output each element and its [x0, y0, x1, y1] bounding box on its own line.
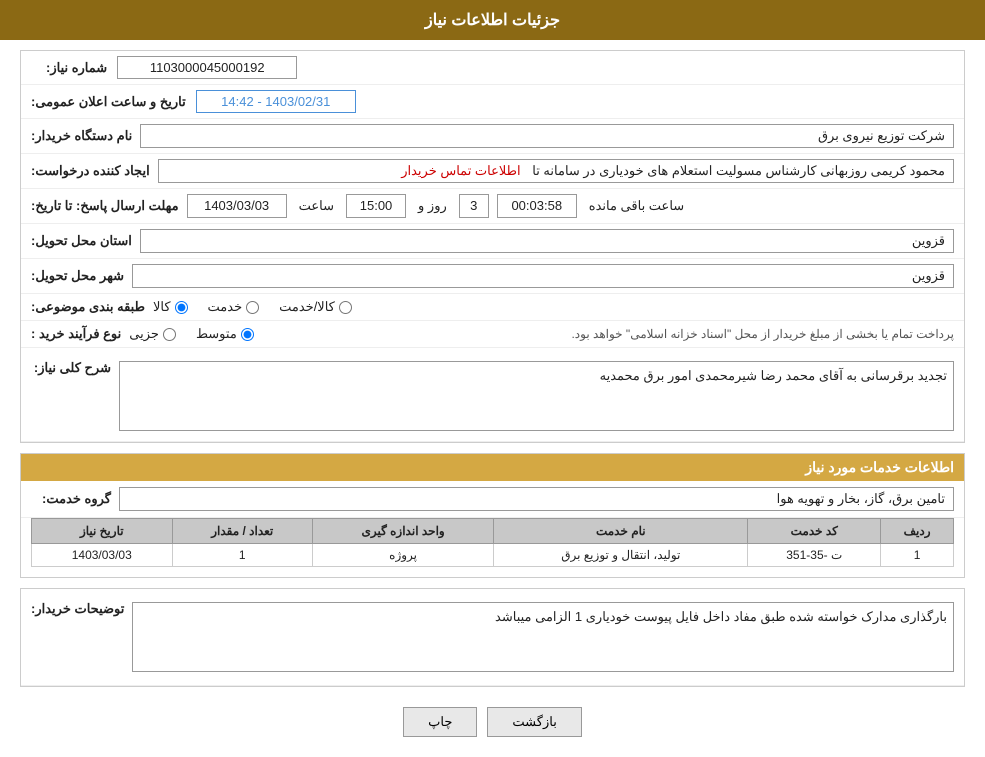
deadline-days-label: روز و — [414, 198, 451, 214]
requester-name-value: شرکت توزیع نیروی برق — [140, 124, 954, 148]
page-title: جزئیات اطلاعات نیاز — [425, 12, 560, 29]
city-row: شهر محل تحویل: قزوین — [21, 259, 964, 294]
deadline-date-value: 1403/03/03 — [187, 194, 287, 218]
button-row: بازگشت چاپ — [20, 697, 965, 747]
category-label: طبقه بندی موضوعی: — [31, 299, 145, 315]
need-number-row: شماره نیاز: 1103000045000192 — [21, 51, 964, 85]
col-header-code: کد خدمت — [748, 519, 881, 544]
service-group-row: گروه خدمت: تامین برق، گاز، بخار و تهویه … — [21, 481, 964, 518]
cell-code: ت -35-351 — [748, 544, 881, 567]
general-description-label: شرح کلی نیاز: — [31, 356, 111, 376]
purchase-type-row: نوع فرآیند خرید : متوسط جزیی پرداخت تمام… — [21, 321, 964, 348]
category-option-kala[interactable]: کالا — [153, 299, 188, 315]
purchase-type-note: پرداخت تمام یا بخشی از مبلغ خریدار از مح… — [274, 327, 954, 341]
back-button[interactable]: بازگشت — [487, 707, 581, 737]
purchase-type-jozi[interactable]: جزیی — [129, 326, 176, 342]
service-group-value: تامین برق، گاز، بخار و تهویه هوا — [119, 487, 954, 511]
general-description-value: تجدید برقرسانی به آقای محمد رضا شیرمحمدی… — [119, 361, 954, 431]
requester-name-row: نام دستگاه خریدار: شرکت توزیع نیروی برق — [21, 119, 964, 154]
cell-qty: 1 — [172, 544, 312, 567]
col-header-date: تاریخ نیاز — [32, 519, 173, 544]
cell-date: 1403/03/03 — [32, 544, 173, 567]
creator-label: ایجاد کننده درخواست: — [31, 163, 150, 179]
announcement-date-value: 1403/02/31 - 14:42 — [196, 90, 356, 113]
province-row: استان محل تحویل: قزوین — [21, 224, 964, 259]
deadline-row: مهلت ارسال پاسخ: تا تاریخ: 1403/03/03 سا… — [21, 189, 964, 224]
table-row: 1 ت -35-351 تولید، انتقال و توزیع برق پر… — [32, 544, 954, 567]
creator-contact-link[interactable]: اطلاعات تماس خریدار — [401, 163, 520, 178]
services-table-section: ردیف کد خدمت نام خدمت واحد اندازه گیری ت… — [31, 518, 954, 567]
buyer-desc-row: توضیحات خریدار: بارگذاری مدارک خواسته شد… — [21, 589, 964, 686]
announcement-date-label: تاریخ و ساعت اعلان عمومی: — [31, 94, 186, 110]
deadline-remaining-value: 00:03:58 — [497, 194, 577, 218]
content-area: شماره نیاز: 1103000045000192 تاریخ و ساع… — [0, 40, 985, 757]
deadline-time-value: 15:00 — [346, 194, 406, 218]
cell-row: 1 — [881, 544, 954, 567]
page-header: جزئیات اطلاعات نیاز — [0, 0, 985, 40]
buyer-description-section: توضیحات خریدار: بارگذاری مدارک خواسته شد… — [20, 588, 965, 687]
deadline-remaining-label: ساعت باقی مانده — [585, 198, 688, 214]
deadline-label: مهلت ارسال پاسخ: تا تاریخ: — [31, 198, 179, 214]
general-description-row: شرح کلی نیاز: تجدید برقرسانی به آقای محم… — [21, 348, 964, 442]
category-option-kala-khadamat[interactable]: کالا/خدمت — [279, 299, 352, 315]
province-value: قزوین — [140, 229, 954, 253]
city-value: قزوین — [132, 264, 954, 288]
category-radio-group: کالا/خدمت خدمت کالا — [153, 299, 352, 315]
main-form-section: شماره نیاز: 1103000045000192 تاریخ و ساع… — [20, 50, 965, 443]
category-option-khadamat[interactable]: خدمت — [208, 299, 260, 315]
creator-value: محمود کریمی روزبهانی کارشناس مسولیت استع… — [158, 159, 954, 183]
print-button[interactable]: چاپ — [403, 707, 477, 737]
announcement-date-row: تاریخ و ساعت اعلان عمومی: 1403/02/31 - 1… — [21, 85, 964, 119]
col-header-row: ردیف — [881, 519, 954, 544]
col-header-name: نام خدمت — [494, 519, 748, 544]
purchase-type-radio-group: متوسط جزیی — [129, 326, 254, 342]
purchase-type-label: نوع فرآیند خرید : — [31, 326, 121, 342]
deadline-days-value: 3 — [459, 194, 489, 218]
creator-row: ایجاد کننده درخواست: محمود کریمی روزبهان… — [21, 154, 964, 189]
cell-name: تولید، انتقال و توزیع برق — [494, 544, 748, 567]
service-group-label: گروه خدمت: — [31, 491, 111, 507]
need-number-value: 1103000045000192 — [117, 56, 297, 79]
buyer-desc-value: بارگذاری مدارک خواسته شده طبق مفاد داخل … — [132, 602, 954, 672]
services-table: ردیف کد خدمت نام خدمت واحد اندازه گیری ت… — [31, 518, 954, 567]
category-row: طبقه بندی موضوعی: کالا/خدمت خدمت کالا — [21, 294, 964, 321]
need-number-label: شماره نیاز: — [31, 60, 117, 76]
city-label: شهر محل تحویل: — [31, 268, 124, 284]
cell-unit: پروژه — [312, 544, 493, 567]
buyer-desc-label: توضیحات خریدار: — [31, 597, 124, 617]
province-label: استان محل تحویل: — [31, 233, 132, 249]
requester-name-label: نام دستگاه خریدار: — [31, 128, 132, 144]
deadline-time-label: ساعت — [295, 198, 338, 214]
services-section-title: اطلاعات خدمات مورد نیاز — [21, 454, 964, 481]
services-section: اطلاعات خدمات مورد نیاز گروه خدمت: تامین… — [20, 453, 965, 578]
purchase-type-motavaset[interactable]: متوسط — [196, 326, 254, 342]
col-header-unit: واحد اندازه گیری — [312, 519, 493, 544]
col-header-qty: تعداد / مقدار — [172, 519, 312, 544]
page-wrapper: جزئیات اطلاعات نیاز شماره نیاز: 11030000… — [0, 0, 985, 757]
